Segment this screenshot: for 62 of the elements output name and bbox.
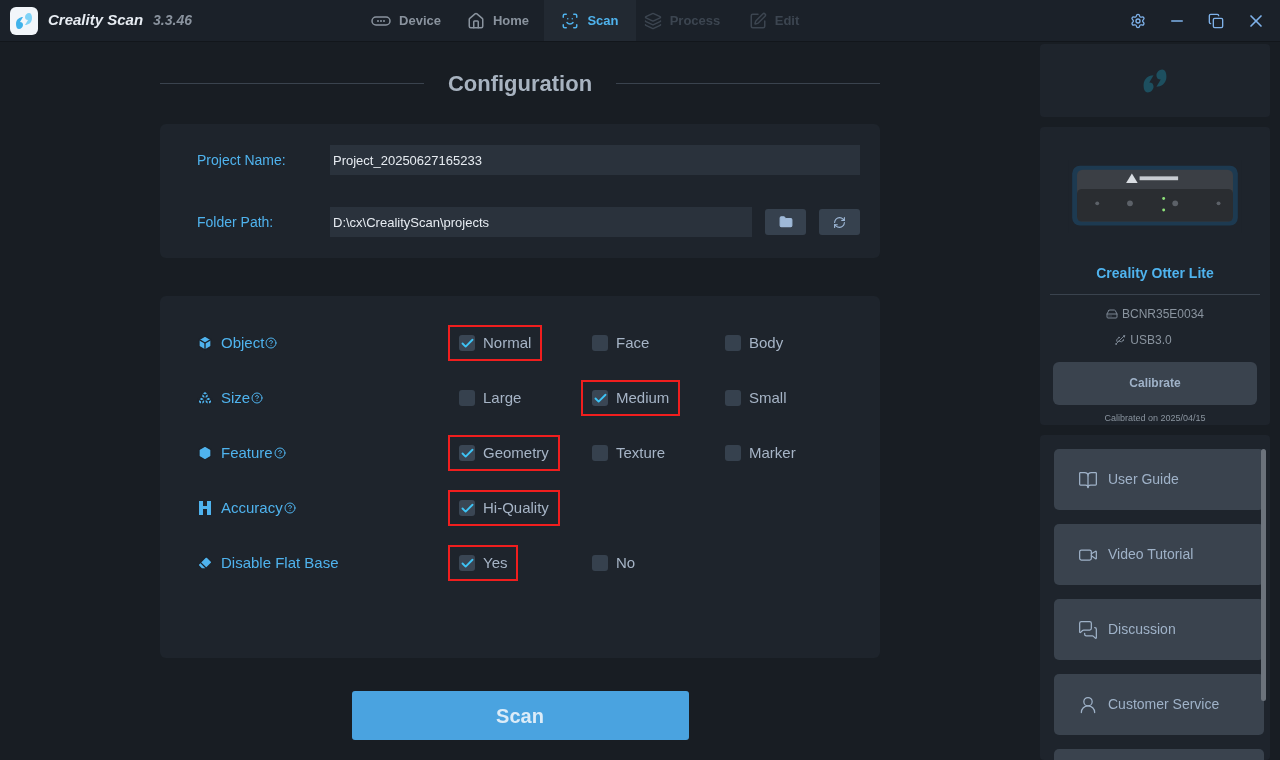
browse-folder-button[interactable] [765, 209, 806, 235]
calibrate-button[interactable]: Calibrate [1053, 362, 1257, 405]
help-icon[interactable] [273, 447, 286, 459]
setting-label: Size [221, 387, 251, 408]
field-label: Folder Path: [197, 212, 275, 232]
letter-h-icon [198, 500, 212, 516]
usb-icon [1114, 334, 1127, 347]
option-checkbox[interactable]: Medium [581, 379, 681, 417]
refresh-icon [833, 215, 846, 229]
project-name-field[interactable]: Project_20250627165233 [330, 145, 860, 175]
scan-icon [561, 11, 580, 30]
device-name: Creality Otter Lite [1096, 264, 1214, 284]
setting-label: Accuracy [221, 497, 283, 518]
option-checkbox[interactable]: Body [714, 324, 795, 362]
app-version: 3.3.46 [153, 11, 192, 30]
nav-tab[interactable]: Scan [544, 0, 636, 41]
app-logo-icon [10, 6, 38, 35]
option-checkbox[interactable]: Hi-Quality [448, 489, 560, 527]
refresh-button[interactable] [819, 209, 860, 235]
serial-number: BCNR35E0034 [1121, 306, 1205, 324]
app-name: Creality Scan [48, 10, 144, 31]
restore-icon[interactable] [1208, 12, 1224, 29]
edit-icon [748, 11, 767, 30]
folder-path-field[interactable]: D:\cx\CrealityScan\projects [330, 207, 752, 237]
setting-label: Object [221, 332, 265, 353]
option-checkbox[interactable]: Marker [714, 434, 807, 472]
field-label: Project Name: [197, 150, 287, 170]
option-checkbox[interactable]: Yes [448, 544, 519, 582]
option-checkbox[interactable]: Normal [448, 324, 543, 362]
option-checkbox[interactable]: Face [581, 324, 661, 362]
device-id-icon [1105, 308, 1118, 321]
help-link-button[interactable]: Video Tutorial [1054, 524, 1264, 585]
help-link-button[interactable]: User Guide [1054, 449, 1264, 510]
help-icon[interactable] [265, 337, 278, 349]
chat-icon [1078, 619, 1098, 640]
option-checkbox[interactable]: Texture [581, 434, 677, 472]
cubes-icon [197, 390, 213, 406]
help-link-button[interactable]: Discussion [1054, 599, 1264, 660]
settings-icon[interactable] [1130, 12, 1146, 29]
help-icon[interactable] [283, 502, 296, 514]
home-icon [466, 11, 485, 30]
section-heading: Configuration [447, 69, 593, 98]
nav-tab[interactable]: Device [360, 0, 452, 41]
hexagon-icon [197, 445, 213, 461]
device-icon [371, 15, 392, 26]
folder-icon [778, 215, 793, 229]
eraser-icon [197, 555, 213, 571]
option-checkbox[interactable]: Geometry [448, 434, 560, 472]
connection-type: USB3.0 [1130, 332, 1172, 350]
layers-icon [643, 11, 662, 30]
calibration-date: Calibrated on 2025/04/15 [1104, 411, 1206, 425]
book-icon [1078, 469, 1098, 490]
nav-tab[interactable]: Home [452, 0, 544, 41]
option-checkbox[interactable]: Large [448, 379, 533, 417]
help-icon[interactable] [251, 392, 264, 404]
help-link-button[interactable]: Customer Service [1054, 674, 1264, 735]
cube-icon [197, 335, 213, 351]
option-checkbox[interactable]: No [581, 544, 647, 582]
setting-label: Feature [221, 442, 273, 463]
option-checkbox[interactable]: Small [714, 379, 798, 417]
person-icon [1078, 694, 1098, 715]
setting-label: Disable Flat Base [221, 552, 339, 573]
